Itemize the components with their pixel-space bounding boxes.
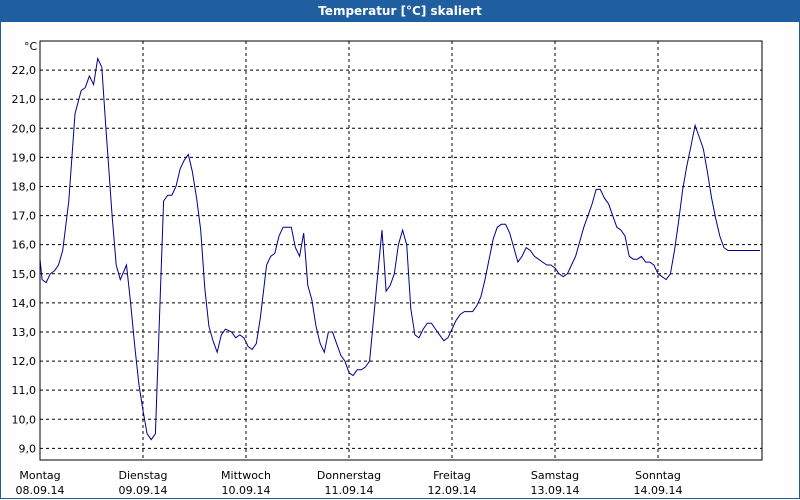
series-line: [39, 56, 760, 441]
y-tick-label: 18,0: [12, 180, 37, 193]
y-tick-label: 13,0: [12, 326, 37, 339]
plot-area: [39, 40, 763, 461]
x-tick-date-label: 09.09.14: [119, 484, 168, 497]
x-tick-date-label: 11.09.14: [325, 484, 374, 497]
y-tick-label: 16,0: [12, 239, 37, 252]
x-tick-day-label: Samstag: [531, 469, 579, 482]
y-tick-label: 11,0: [12, 384, 37, 397]
y-axis-ticks: 9,0 10,0 11,0 12,0 13,0 14,0 15,0 16,0 17,0 18,0 1…: [12, 64, 37, 455]
x-tick-date-label: 14.09.14: [634, 484, 683, 497]
grid: [40, 41, 762, 460]
y-tick-label: 14,0: [12, 297, 37, 310]
y-tick-label: 17,0: [12, 210, 37, 223]
y-tick-label: 20,0: [12, 122, 37, 135]
x-tick-day-label: Dienstag: [118, 469, 167, 482]
temperature-chart: °C 9,0 10,0 11,0 12,0 13,0 14,0 15,0 16,0 17,0 18…: [12, 40, 763, 497]
y-tick-label: 22,0: [12, 64, 37, 77]
y-tick-label: 9,0: [19, 442, 37, 455]
y-axis-unit-label: °C: [24, 40, 38, 53]
x-tick-date-label: 12.09.14: [428, 484, 477, 497]
x-tick-day-label: Montag: [19, 469, 60, 482]
y-tick-label: 19,0: [12, 151, 37, 164]
y-tick-label: 12,0: [12, 355, 37, 368]
y-tick-label: 15,0: [12, 268, 37, 281]
y-tick-label: 21,0: [12, 93, 37, 106]
y-tick-label: 10,0: [12, 413, 37, 426]
x-tick-date-label: 13.09.14: [531, 484, 580, 497]
x-tick-date-label: 10.09.14: [222, 484, 271, 497]
x-tick-day-label: Freitag: [433, 469, 471, 482]
x-tick-day-label: Mittwoch: [221, 469, 271, 482]
x-tick-date-label: 08.09.14: [16, 484, 65, 497]
x-axis-ticks: Montag 08.09.14 Dienstag 09.09.14 Mittwoch 10…: [16, 469, 683, 497]
x-tick-day-label: Donnerstag: [317, 469, 381, 482]
x-tick-day-label: Sonntag: [635, 469, 681, 482]
